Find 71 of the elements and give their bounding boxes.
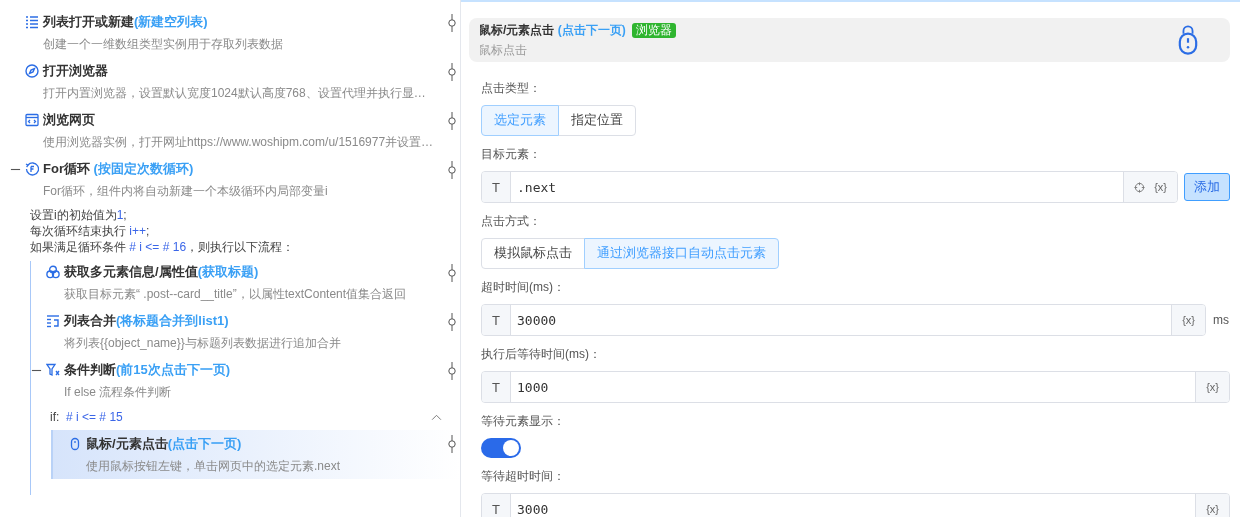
step-description: If else 流程条件判断	[63, 384, 173, 401]
browser-window-icon	[25, 113, 39, 127]
step-title: 浏览网页	[43, 111, 95, 129]
step-title: 列表合并(将标题合并到list1)	[64, 312, 229, 330]
circles-icon	[46, 265, 60, 279]
flow-step[interactable]: 浏览网页 使用浏览器实例，打开网址https://www.woshipm.com/u/1516977并设置…	[0, 109, 460, 158]
segment-option[interactable]: 模拟鼠标点击	[481, 238, 585, 269]
loop-setting: 每次循环结束执行 i++;	[30, 223, 151, 239]
flow-step[interactable]: For循环 (按固定次数循环) For循环，组件内将自动新建一个本级循环内局部变量i	[0, 158, 460, 207]
type-tag[interactable]: T	[482, 305, 511, 335]
connector-icon[interactable]	[448, 63, 456, 81]
unit-label: ms	[1213, 313, 1230, 327]
field-label: 点击方式：	[481, 213, 542, 230]
variable-button[interactable]: {x}	[1154, 181, 1167, 193]
flow-step[interactable]: 列表打开或新建(新建空列表) 创建一个一维数组类型实例用于存取列表数据	[0, 11, 460, 60]
step-title: 鼠标/元素点击(点击下一页)	[86, 435, 242, 453]
step-description: 获取目标元素“ .post--card__title”，以属性textContent值集合返回	[63, 286, 408, 303]
connector-icon[interactable]	[448, 362, 456, 380]
compass-icon	[25, 64, 39, 78]
crosshair-icon[interactable]	[1134, 181, 1146, 193]
connector-icon[interactable]	[448, 264, 456, 282]
chevron-icon[interactable]	[431, 413, 442, 421]
step-title: 列表打开或新建(新建空列表)	[43, 13, 208, 31]
variable-button[interactable]: {x}	[1182, 314, 1195, 326]
filter-icon	[46, 363, 60, 377]
connector-icon[interactable]	[448, 112, 456, 130]
list-icon	[25, 15, 39, 29]
input-field[interactable]: T 1000 {x}	[481, 371, 1230, 403]
field-label: 目标元素：	[481, 146, 542, 163]
flow-step[interactable]: 列表合并(将标题合并到list1) 将列表{{object_name}}与标题列表数据进行追加合并	[31, 310, 460, 359]
field-label: 等待元素显示：	[481, 413, 566, 430]
field-label: 执行后等待时间(ms)：	[481, 346, 602, 363]
step-description: 打开内置浏览器，设置默认宽度1024默认高度768、设置代理并执行显…	[42, 85, 427, 102]
step-title: 打开浏览器	[43, 62, 108, 80]
loop-icon	[25, 162, 39, 176]
connector-icon[interactable]	[448, 14, 456, 32]
field-label: 点击类型：	[481, 80, 542, 97]
variable-button[interactable]: {x}	[1206, 503, 1219, 515]
step-title: 鼠标/元素点击 (点击下一页)	[479, 21, 626, 39]
input-field[interactable]: T 30000 {x}	[481, 304, 1206, 336]
segment-option[interactable]: 指定位置	[558, 105, 636, 136]
connector-icon[interactable]	[448, 313, 456, 331]
branch-condition: if: # i <= # 15	[50, 410, 123, 424]
step-description: 创建一个一维数组类型实例用于存取列表数据	[42, 36, 284, 53]
flow-step[interactable]: 打开浏览器 打开内置浏览器，设置默认宽度1024默认高度768、设置代理并执行显…	[0, 60, 460, 109]
type-tag[interactable]: T	[482, 494, 511, 517]
type-tag[interactable]: T	[482, 372, 511, 402]
flow-step[interactable]: 条件判断(前15次点击下一页) If else 流程条件判断	[31, 359, 460, 408]
loop-setting: 如果满足循环条件 # i <= # 16，则执行以下流程：	[30, 239, 296, 255]
list-merge-icon	[46, 314, 60, 328]
variable-button[interactable]: {x}	[1206, 381, 1219, 393]
toggle-switch[interactable]	[481, 438, 521, 458]
connector-icon[interactable]	[448, 161, 456, 179]
step-description: 将列表{{object_name}}与标题列表数据进行追加合并	[63, 335, 342, 352]
step-subtitle: 鼠标点击	[479, 41, 528, 59]
step-title: 条件判断(前15次点击下一页)	[64, 361, 231, 379]
type-tag[interactable]: T	[482, 172, 511, 202]
field-label: 超时时间(ms)：	[481, 279, 566, 296]
category-tag: 浏览器	[631, 22, 676, 38]
flow-step[interactable]: 获取多元素信息/属性值(获取标题) 获取目标元素“ .post--card__title”，以属性textContent值集合返回	[31, 261, 460, 310]
loop-setting: 设置i的初始值为1;	[30, 207, 128, 223]
step-description: 使用浏览器实例，打开网址https://www.woshipm.com/u/1516977并设置…	[42, 134, 435, 151]
add-button[interactable]: 添加	[1184, 173, 1230, 201]
connector-icon[interactable]	[448, 435, 456, 453]
step-title: For循环 (按固定次数循环)	[43, 160, 194, 178]
field-label: 等待超时时间：	[481, 468, 566, 485]
step-description: 使用鼠标按钮左键，单击网页中的选定元素.next	[85, 458, 341, 475]
step-title: 获取多元素信息/属性值(获取标题)	[64, 263, 259, 281]
input-field[interactable]: T 3000 {x}	[481, 493, 1230, 517]
step-description: For循环，组件内将自动新建一个本级循环内局部变量i	[42, 183, 329, 200]
input-field[interactable]: T .next {x}	[481, 171, 1178, 203]
